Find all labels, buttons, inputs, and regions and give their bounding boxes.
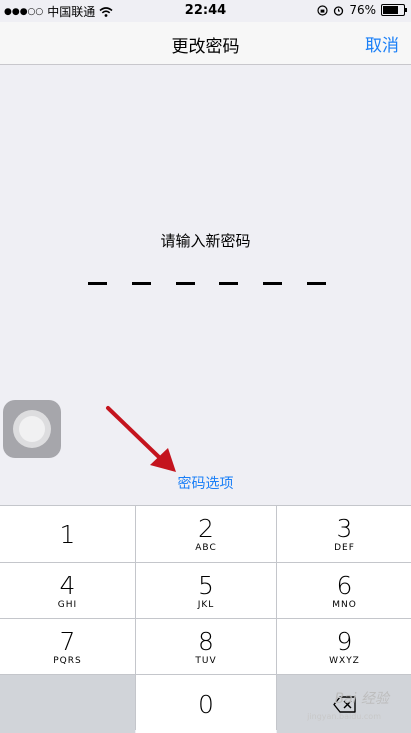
assistive-touch-icon bbox=[13, 410, 51, 448]
status-bar: ●●●○○ 中国联通 22:44 76% bbox=[0, 0, 411, 22]
rotation-lock-icon bbox=[317, 4, 328, 16]
key-letters: PQRS bbox=[53, 655, 82, 666]
key-6[interactable]: 6 MNO bbox=[277, 563, 411, 618]
key-letters: JKL bbox=[197, 599, 215, 610]
key-letters: DEF bbox=[334, 543, 355, 553]
passcode-digit-slot bbox=[175, 282, 195, 285]
key-digit: 6 bbox=[336, 570, 353, 600]
passcode-digit-slot bbox=[131, 282, 151, 285]
key-letters: WXYZ bbox=[329, 655, 360, 666]
key-blank bbox=[0, 675, 135, 733]
alarm-icon bbox=[334, 5, 344, 16]
annotation-arrow-icon bbox=[106, 406, 176, 472]
key-letters: TUV bbox=[195, 655, 217, 666]
page-title: 更改密码 bbox=[171, 37, 240, 57]
cancel-button[interactable]: 取消 bbox=[365, 31, 399, 56]
key-letters: GHI bbox=[57, 599, 78, 610]
key-digit: 4 bbox=[59, 570, 76, 600]
battery-icon bbox=[381, 4, 407, 16]
key-0[interactable]: 0 bbox=[136, 675, 276, 733]
key-digit: 3 bbox=[336, 514, 353, 543]
key-1[interactable]: 1 bbox=[0, 506, 135, 562]
baidu-watermark-url: jingyan.baidu.com bbox=[307, 712, 381, 721]
key-letters: ABC bbox=[195, 543, 217, 553]
passcode-digit-slot bbox=[263, 282, 283, 285]
key-digit: 9 bbox=[336, 626, 353, 656]
key-7[interactable]: 7 PQRS bbox=[0, 619, 135, 674]
baidu-watermark: Bai 经验 bbox=[334, 691, 389, 707]
key-5[interactable]: 5 JKL bbox=[136, 563, 276, 618]
navigation-bar: 更改密码 取消 bbox=[0, 22, 411, 65]
key-2[interactable]: 2 ABC bbox=[136, 506, 276, 562]
key-digit: 0 bbox=[198, 689, 214, 719]
passcode-entry-field bbox=[88, 282, 326, 286]
key-digit: 8 bbox=[198, 626, 214, 656]
key-digit: 5 bbox=[198, 570, 214, 600]
key-4[interactable]: 4 GHI bbox=[0, 563, 135, 618]
key-8[interactable]: 8 TUV bbox=[136, 619, 276, 674]
key-3[interactable]: 3 DEF bbox=[277, 506, 411, 562]
passcode-digit-slot bbox=[219, 282, 239, 285]
key-9[interactable]: 9 WXYZ bbox=[277, 619, 411, 674]
key-digit: 7 bbox=[59, 626, 76, 656]
passcode-options-link[interactable]: 密码选项 bbox=[0, 473, 411, 493]
passcode-digit-slot bbox=[306, 282, 326, 285]
key-digit: 1 bbox=[59, 519, 76, 549]
key-digit: 2 bbox=[198, 514, 214, 543]
battery-fill bbox=[383, 6, 399, 14]
assistive-touch-button[interactable] bbox=[3, 400, 61, 458]
passcode-digit-slot bbox=[88, 282, 107, 285]
passcode-prompt: 请输入新密码 bbox=[160, 232, 251, 250]
battery-percent: 76% bbox=[349, 3, 376, 17]
key-letters: MNO bbox=[332, 599, 357, 610]
